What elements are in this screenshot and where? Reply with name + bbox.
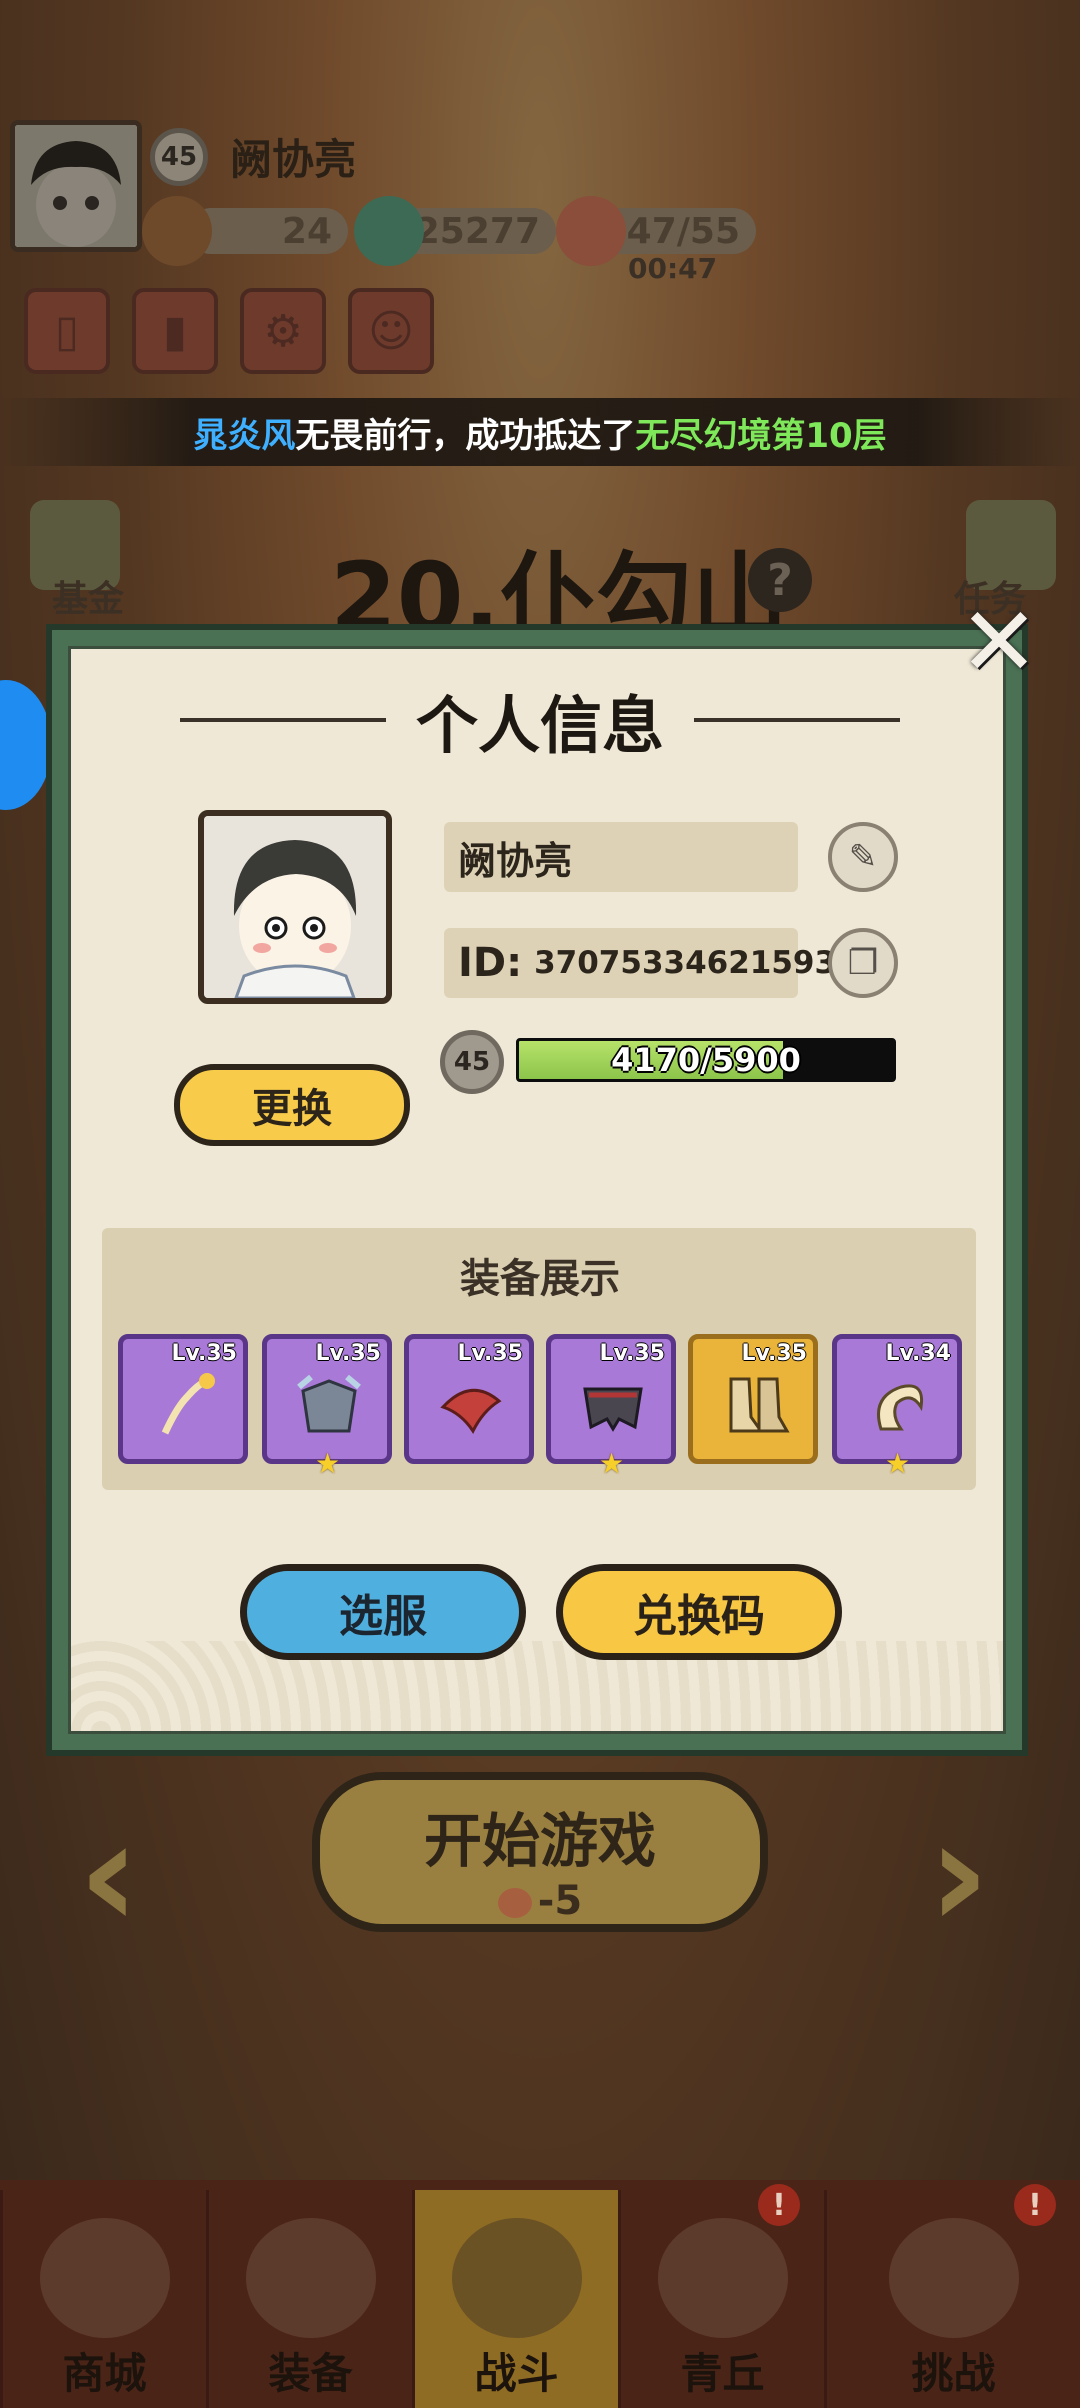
challenge-icon bbox=[888, 2218, 1019, 2338]
stamina-value: 47/55 bbox=[626, 210, 740, 252]
start-game-cost: -5 bbox=[320, 1878, 760, 1924]
armor-icon bbox=[291, 1367, 367, 1443]
nav-item[interactable]: 挑战! bbox=[824, 2184, 1080, 2408]
player-avatar[interactable] bbox=[10, 120, 142, 252]
xp-bar: 4170/5900 bbox=[516, 1038, 896, 1082]
peach-stamina-icon[interactable] bbox=[556, 196, 626, 266]
copy-icon: ❐ bbox=[847, 943, 879, 983]
id-field: ID: 370753346215936 bbox=[444, 928, 858, 998]
fund-label: 基金 bbox=[52, 579, 125, 620]
scroll-currency-icon[interactable] bbox=[142, 196, 212, 266]
stamina-timer: 00:47 bbox=[628, 252, 718, 285]
ranking-icon: ▮ bbox=[162, 305, 188, 357]
profile-level-badge: 45 bbox=[440, 1030, 504, 1094]
equipment-title: 装备展示 bbox=[460, 1256, 620, 1302]
equipment-icon bbox=[245, 2218, 376, 2338]
header-ornament-left bbox=[180, 718, 386, 722]
jade-currency-icon[interactable] bbox=[354, 196, 424, 266]
equipment-level: Lv.35 bbox=[171, 1341, 237, 1366]
broadcast-target: 无尽幻境第10层 bbox=[635, 415, 887, 456]
prev-stage-arrow[interactable]: ‹ bbox=[78, 1800, 140, 1950]
equipment-slot[interactable]: Lv.35 ★ bbox=[262, 1334, 392, 1480]
xp-text: 4170/5900 bbox=[611, 1041, 801, 1079]
header-ornament-right bbox=[694, 718, 901, 722]
nav-item[interactable]: 战斗 bbox=[412, 2190, 618, 2408]
nav-label: 装备 bbox=[268, 2349, 353, 2398]
profile-dialog bbox=[46, 624, 1028, 1756]
notice-icon: ▯ bbox=[54, 305, 80, 357]
start-game-label: 开始游戏 bbox=[423, 1807, 656, 1875]
scroll-currency-value: 24 bbox=[281, 210, 332, 252]
notice-button[interactable]: ▯ bbox=[24, 288, 110, 374]
nav-item[interactable]: 青丘! bbox=[618, 2184, 824, 2408]
rename-button[interactable]: ✎ bbox=[828, 822, 898, 892]
broadcast-text: 无畏前行，成功抵达了 bbox=[295, 415, 636, 456]
equipment-level: Lv.35 bbox=[315, 1341, 381, 1366]
equipment-slot[interactable]: Lv.35 bbox=[404, 1334, 534, 1464]
alert-badge: ! bbox=[758, 2184, 800, 2226]
mountain-icon bbox=[657, 2218, 788, 2338]
friends-button[interactable]: ☺ bbox=[348, 288, 434, 374]
boots-icon bbox=[717, 1367, 793, 1443]
world-broadcast: 晁炎风 无畏前行，成功抵达了 无尽幻境第10层 bbox=[0, 398, 1080, 466]
star-icon: ★ bbox=[315, 1447, 341, 1480]
staff-icon bbox=[147, 1367, 223, 1443]
shop-icon bbox=[39, 2218, 170, 2338]
close-icon[interactable]: ✕ bbox=[958, 594, 1040, 690]
player-level-badge: 45 bbox=[150, 128, 208, 186]
friends-icon: ☺ bbox=[368, 305, 414, 357]
nav-label: 商城 bbox=[62, 2349, 147, 2398]
nav-label: 战斗 bbox=[474, 2349, 559, 2398]
equipment-slot[interactable]: Lv.34 ★ bbox=[832, 1334, 962, 1480]
nav-item[interactable]: 装备 bbox=[206, 2190, 412, 2408]
equipment-level: Lv.35 bbox=[599, 1341, 665, 1366]
name-value: 阙协亮 bbox=[458, 838, 573, 883]
profile-level-text: 45 bbox=[453, 1047, 491, 1077]
portrait-icon bbox=[204, 816, 386, 998]
broadcast-player: 晁炎风 bbox=[193, 415, 296, 456]
player-level-text: 45 bbox=[160, 142, 198, 172]
star-icon: ★ bbox=[885, 1447, 911, 1480]
avatar-portrait-icon bbox=[15, 125, 137, 247]
crossed-swords-icon bbox=[451, 2218, 582, 2338]
equipment-level: Lv.35 bbox=[741, 1341, 807, 1366]
equipment-slot[interactable]: Lv.35 ★ bbox=[546, 1334, 676, 1480]
equipment-level: Lv.35 bbox=[457, 1341, 523, 1366]
name-field: 阙协亮 bbox=[444, 822, 798, 892]
nav-label: 青丘 bbox=[680, 2349, 765, 2398]
equipment-slot[interactable]: Lv.35 bbox=[118, 1334, 248, 1464]
nav-label: 挑战 bbox=[911, 2349, 996, 2398]
gear-icon: ⚙ bbox=[263, 305, 303, 357]
equipment-level: Lv.34 bbox=[885, 1341, 951, 1366]
belt-icon bbox=[575, 1367, 651, 1443]
player-name: 阙协亮 bbox=[230, 135, 357, 184]
nav-item[interactable]: 商城 bbox=[0, 2190, 206, 2408]
peach-cost-icon bbox=[497, 1888, 532, 1918]
id-value: 370753346215936 bbox=[534, 945, 858, 981]
dialog-title: 个人信息 bbox=[416, 689, 665, 762]
jade-currency-value: 25277 bbox=[414, 210, 540, 252]
select-server-button[interactable]: 选服 bbox=[240, 1564, 526, 1660]
profile-portrait[interactable] bbox=[198, 810, 392, 1004]
ranking-button[interactable]: ▮ bbox=[132, 288, 218, 374]
next-stage-arrow[interactable]: › bbox=[928, 1800, 990, 1950]
sash-icon bbox=[433, 1367, 509, 1443]
start-game-button[interactable]: 开始游戏 -5 bbox=[312, 1772, 768, 1932]
id-label: ID: bbox=[458, 940, 523, 986]
brush-icon: ✎ bbox=[848, 837, 878, 877]
equipment-slot[interactable]: Lv.35 bbox=[688, 1334, 818, 1464]
copy-id-button[interactable]: ❐ bbox=[828, 928, 898, 998]
tail-icon bbox=[861, 1367, 937, 1443]
redeem-code-button[interactable]: 兑换码 bbox=[556, 1564, 842, 1660]
change-avatar-button[interactable]: 更换 bbox=[174, 1064, 410, 1146]
start-cost-value: -5 bbox=[537, 1878, 583, 1924]
dialog-header: 个人信息 bbox=[180, 680, 901, 762]
star-icon: ★ bbox=[599, 1447, 625, 1480]
stage-help-icon[interactable]: ? bbox=[748, 548, 812, 612]
alert-badge: ! bbox=[1014, 2184, 1056, 2226]
scroll-currency-pill: 24 bbox=[188, 208, 348, 254]
settings-button[interactable]: ⚙ bbox=[240, 288, 326, 374]
